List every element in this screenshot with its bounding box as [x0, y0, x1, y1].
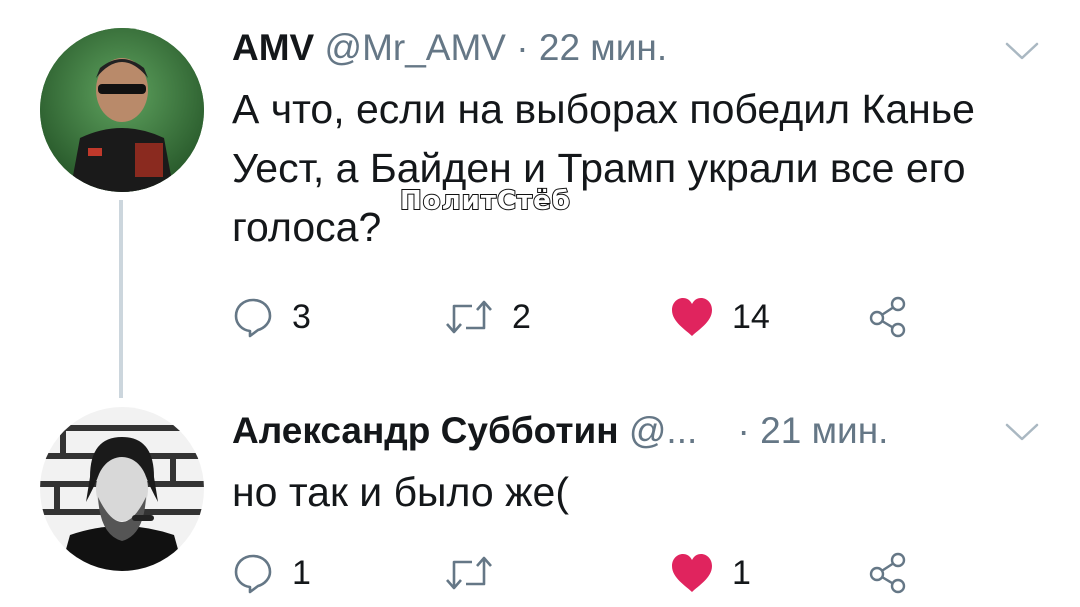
avatar-image [40, 407, 204, 571]
tweet-header: AMV @Mr_AMV · 22 мин. [232, 26, 667, 70]
retweet-button[interactable] [444, 548, 512, 598]
thread-line [119, 200, 123, 398]
tweet[interactable]: Александр Субботин @... · 21 мин. но так… [0, 395, 1080, 607]
share-button[interactable] [868, 548, 908, 598]
avatar-image [40, 28, 204, 192]
share-nodes-icon [869, 296, 906, 338]
chevron-down-icon[interactable] [1004, 40, 1040, 62]
tweet-text-line: А что, если на выборах победил Канье [232, 86, 975, 132]
retweet-arrows-icon [446, 556, 492, 590]
heart-icon [672, 298, 712, 336]
speech-bubble-icon [234, 554, 272, 594]
tweet-actions: 3 2 14 [232, 292, 932, 342]
like-button[interactable]: 1 [670, 548, 751, 598]
tweet-text-line: но так и было же( [232, 469, 569, 515]
avatar[interactable] [40, 28, 204, 192]
tweet-text-line: Уест, а Байден и Трамп украли все его [232, 145, 966, 191]
tweet[interactable]: AMV @Mr_AMV · 22 мин. А что, если на выб… [0, 0, 1080, 398]
tweet-text: но так и было же( [232, 463, 569, 522]
like-count: 14 [732, 297, 770, 336]
author-handle[interactable]: @Mr_AMV [325, 27, 506, 68]
reply-button[interactable]: 1 [232, 548, 311, 598]
reply-button[interactable]: 3 [232, 292, 311, 342]
watermark: ПолитСтёб [399, 185, 571, 217]
reply-count: 1 [292, 553, 311, 592]
like-count: 1 [732, 553, 751, 592]
like-button[interactable]: 14 [670, 292, 770, 342]
timestamp[interactable]: 21 мин. [760, 410, 888, 451]
avatar[interactable] [40, 407, 204, 571]
author-name[interactable]: AMV [232, 27, 314, 68]
tweet-text: А что, если на выборах победил Канье Уес… [232, 80, 975, 257]
author-handle[interactable]: @... [629, 410, 697, 451]
share-button[interactable] [868, 292, 908, 342]
tweet-actions: 1 1 [232, 548, 932, 598]
retweet-arrows-icon [446, 300, 492, 334]
reply-count: 3 [292, 297, 311, 336]
retweet-count: 2 [512, 297, 531, 336]
author-name[interactable]: Александр Субботин [232, 410, 619, 451]
separator-dot: · [737, 410, 750, 451]
separator-dot: · [516, 27, 529, 68]
tweet-header: Александр Субботин @... · 21 мин. [232, 409, 888, 453]
tweet-text-line: голоса? [232, 204, 382, 250]
timestamp[interactable]: 22 мин. [539, 27, 667, 68]
heart-icon [672, 554, 712, 592]
chevron-down-icon[interactable] [1004, 421, 1040, 443]
share-nodes-icon [869, 552, 906, 594]
speech-bubble-icon [234, 298, 272, 338]
retweet-button[interactable]: 2 [444, 292, 531, 342]
